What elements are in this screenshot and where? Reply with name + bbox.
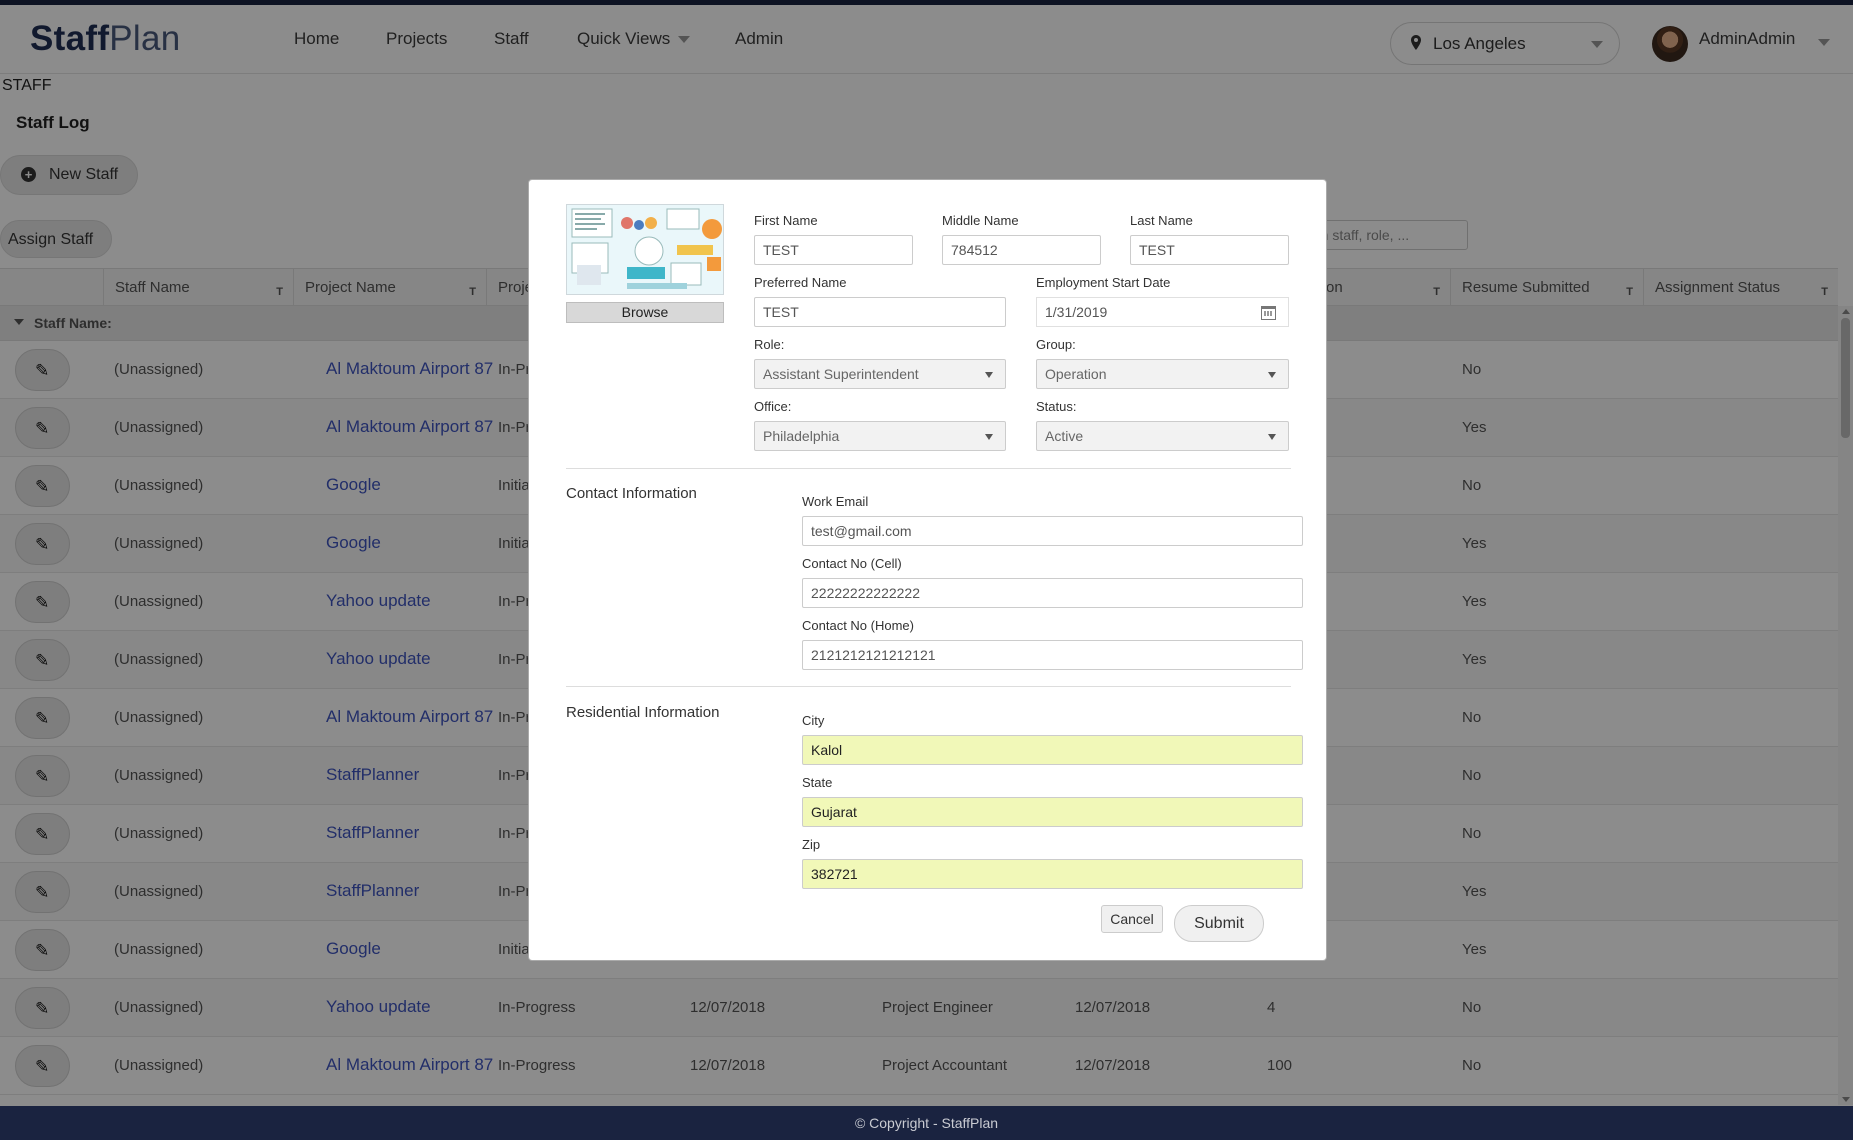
status-select[interactable]: Active xyxy=(1036,421,1289,451)
browse-button[interactable]: Browse xyxy=(566,302,724,323)
preferred-name-label: Preferred Name xyxy=(754,275,847,290)
footer: © Copyright - StaffPlan xyxy=(0,1106,1853,1140)
chevron-down-icon xyxy=(1268,434,1276,440)
cell-field[interactable]: 22222222222222 xyxy=(802,578,1303,608)
submit-button[interactable]: Submit xyxy=(1174,905,1264,942)
chevron-down-icon xyxy=(985,434,993,440)
home-phone-label: Contact No (Home) xyxy=(802,618,914,633)
cell-label: Contact No (Cell) xyxy=(802,556,902,571)
edit-staff-modal: Browse First Name TEST Middle Name 78451… xyxy=(528,179,1327,961)
zip-label: Zip xyxy=(802,837,821,852)
first-name-label: First Name xyxy=(754,213,818,228)
first-name-field[interactable]: TEST xyxy=(754,235,913,265)
start-date-label: Employment Start Date xyxy=(1036,275,1171,290)
role-label: Role: xyxy=(754,337,785,352)
city-field[interactable]: Kalol xyxy=(802,735,1303,765)
last-name-field[interactable]: TEST xyxy=(1130,235,1289,265)
state-field[interactable]: Gujarat xyxy=(802,797,1303,827)
group-select[interactable]: Operation xyxy=(1036,359,1289,389)
preferred-name-field[interactable]: TEST xyxy=(754,297,1006,327)
last-name-label: Last Name xyxy=(1130,213,1193,228)
middle-name-field[interactable]: 784512 xyxy=(942,235,1101,265)
start-date-field[interactable]: 1/31/2019 xyxy=(1036,297,1289,327)
home-phone-field[interactable]: 2121212121212121 xyxy=(802,640,1303,670)
group-label: Group: xyxy=(1036,337,1076,352)
city-label: City xyxy=(802,713,825,728)
chevron-down-icon xyxy=(1268,372,1276,378)
divider xyxy=(566,686,1291,687)
calendar-icon[interactable] xyxy=(1261,306,1276,320)
photo-thumbnail-image xyxy=(567,205,723,294)
zip-field[interactable]: 382721 xyxy=(802,859,1303,889)
status-label: Status: xyxy=(1036,399,1077,414)
role-select[interactable]: Assistant Superintendent xyxy=(754,359,1006,389)
residential-section-title: Residential Information xyxy=(566,704,720,721)
office-select[interactable]: Philadelphia xyxy=(754,421,1006,451)
middle-name-label: Middle Name xyxy=(942,213,1019,228)
state-label: State xyxy=(802,775,833,790)
office-label: Office: xyxy=(754,399,792,414)
work-email-label: Work Email xyxy=(802,494,869,509)
cancel-button[interactable]: Cancel xyxy=(1101,905,1163,933)
divider xyxy=(566,468,1291,469)
work-email-field[interactable]: test@gmail.com xyxy=(802,516,1303,546)
staff-photo xyxy=(566,204,724,295)
contact-section-title: Contact Information xyxy=(566,485,697,502)
chevron-down-icon xyxy=(985,372,993,378)
